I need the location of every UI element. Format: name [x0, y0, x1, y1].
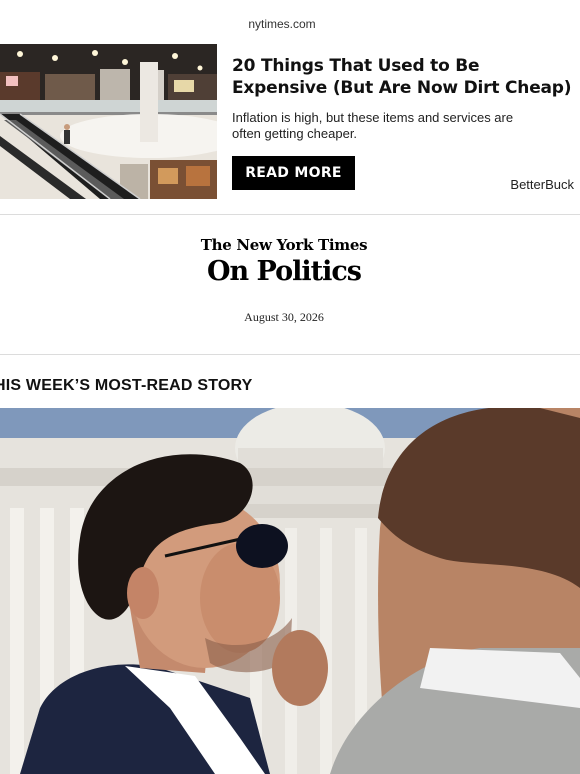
nyt-logo[interactable]: The New York Times — [0, 236, 568, 254]
email-page: nytimes.com 20 Things That Used to Be Ex… — [0, 0, 580, 774]
hero-image[interactable] — [0, 408, 580, 774]
ad-image[interactable] — [0, 44, 217, 199]
sponsored-ad[interactable]: 20 Things That Used to Be Expensive (But… — [0, 44, 580, 200]
read-more-button[interactable]: READ MORE — [232, 156, 355, 190]
divider — [0, 214, 580, 215]
divider — [0, 354, 580, 355]
site-domain[interactable]: nytimes.com — [0, 17, 564, 31]
ad-headline[interactable]: 20 Things That Used to Be Expensive (But… — [232, 55, 572, 99]
ad-body: Inflation is high, but these items and s… — [232, 110, 514, 141]
section-label: HIS WEEK’S MOST-READ STORY — [0, 377, 253, 394]
newsletter-title[interactable]: On Politics — [0, 256, 568, 287]
ad-sponsor[interactable]: BetterBuck — [510, 177, 574, 192]
issue-date: August 30, 2026 — [244, 310, 324, 324]
